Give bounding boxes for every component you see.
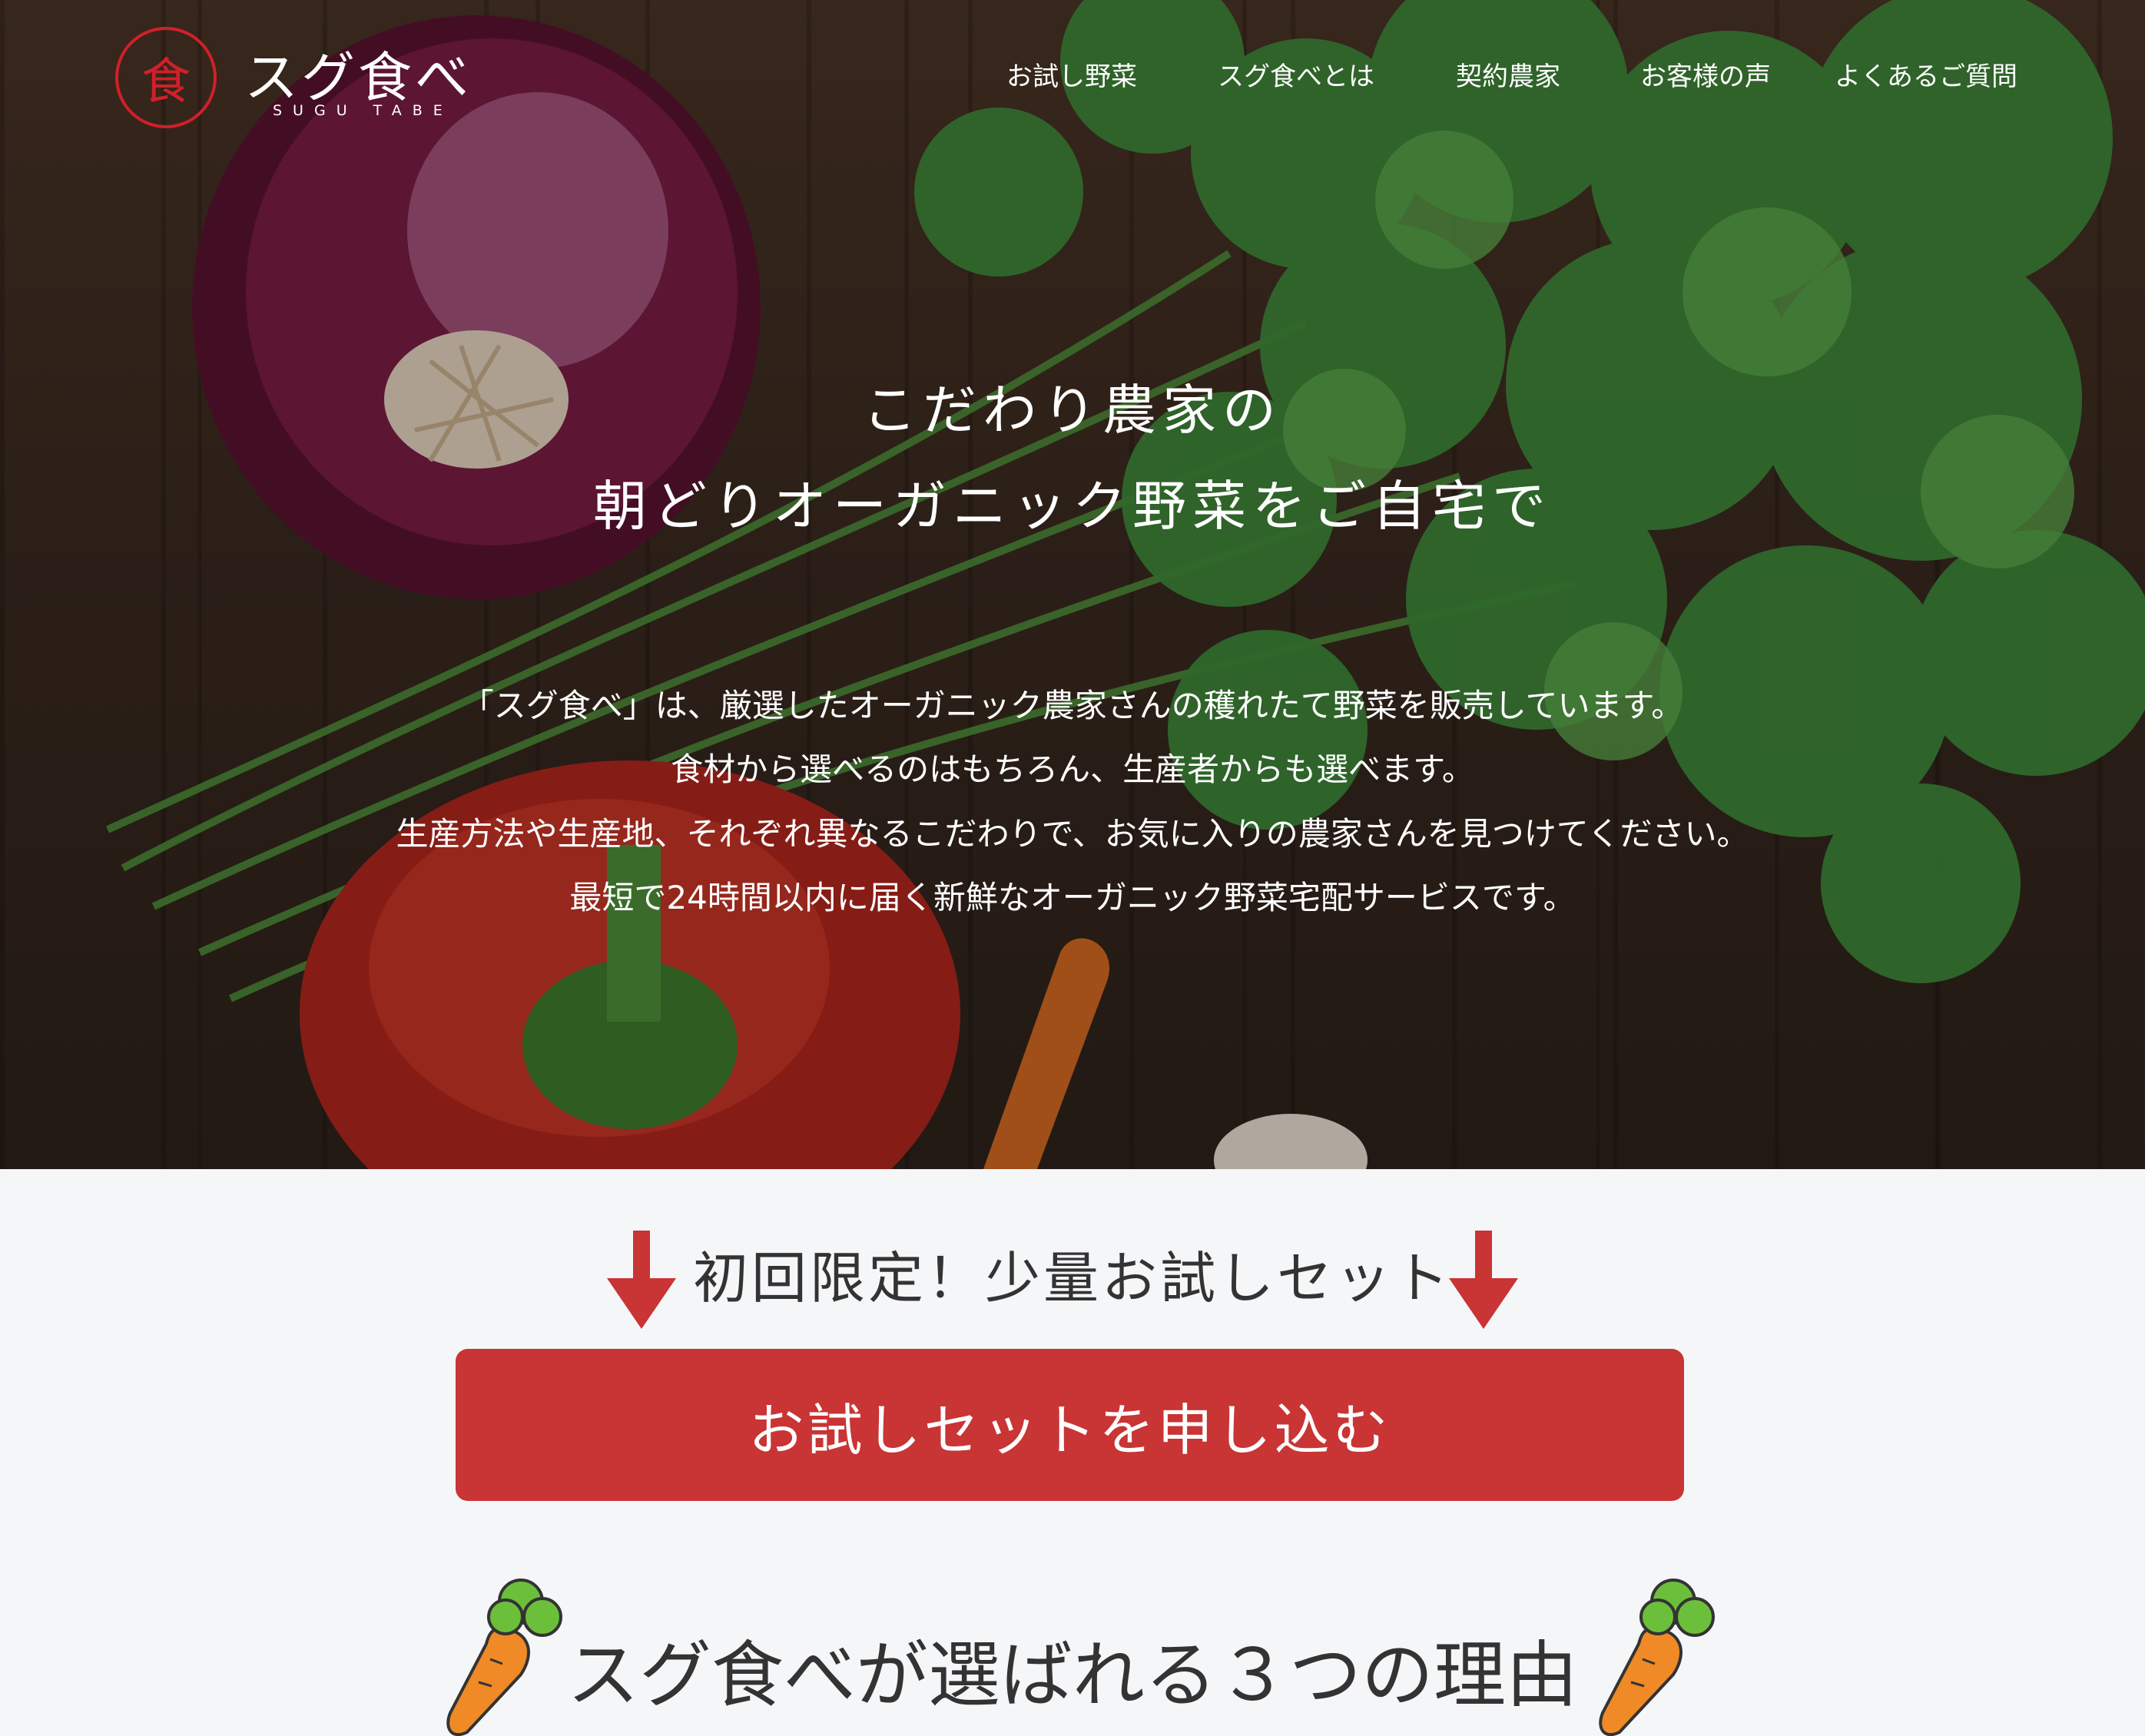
hero-section: 食 スグ食べ SUGU TABE お試し野菜 スグ食べとは 契約農家 お客様の声… [0,0,2145,1169]
nav-item-farmers[interactable]: 契約農家 [1456,55,1560,93]
carrot-icon [1599,1579,1715,1736]
site-logo[interactable]: 食 スグ食べ SUGU TABE [115,27,515,128]
hero-desc-line: 「スグ食べ」は、厳選したオーガニック農家さんの穫れたて野菜を販売しています。 [461,687,1684,724]
hero-desc-line: 食材から選べるのはもちろん、生産者からも選べます。 [671,750,1474,788]
logo-subtitle: SUGU TABE [273,102,453,119]
global-nav: お試し野菜 スグ食べとは 契約農家 お客様の声 よくあるご質問 [1006,55,2036,94]
reasons-title: スグ食べが選ばれる３つの理由 [566,1634,1578,1718]
hero-headline-line1: こだわり農家の [863,379,1282,442]
logo-name: スグ食べ [244,46,472,109]
arrow-down-icon [1449,1231,1518,1329]
cta-label: 初回限定！少量お試しセット [692,1246,1452,1310]
hero-desc-line: 最短で24時間以内に届く新鮮なオーガニック野菜宅配サービスです。 [569,879,1576,916]
nav-item-about[interactable]: スグ食べとは [1218,55,1374,93]
apply-trial-set-button[interactable]: お試しセットを申し込む [456,1349,1684,1501]
hero-desc-line: 生産方法や生産地、それぞれ異なるこだわりで、お気に入りの農家さんを見つけてくださ… [396,815,1749,853]
hero-overlay [0,0,2145,1169]
nav-item-faq[interactable]: よくあるご質問 [1835,55,2017,93]
hero-headline-line2: 朝どりオーガニック野菜をご自宅で [593,475,1552,538]
logo-mark: 食 [115,27,217,128]
nav-item-trial[interactable]: お試し野菜 [1006,55,1137,93]
nav-item-voices[interactable]: お客様の声 [1640,55,1771,93]
